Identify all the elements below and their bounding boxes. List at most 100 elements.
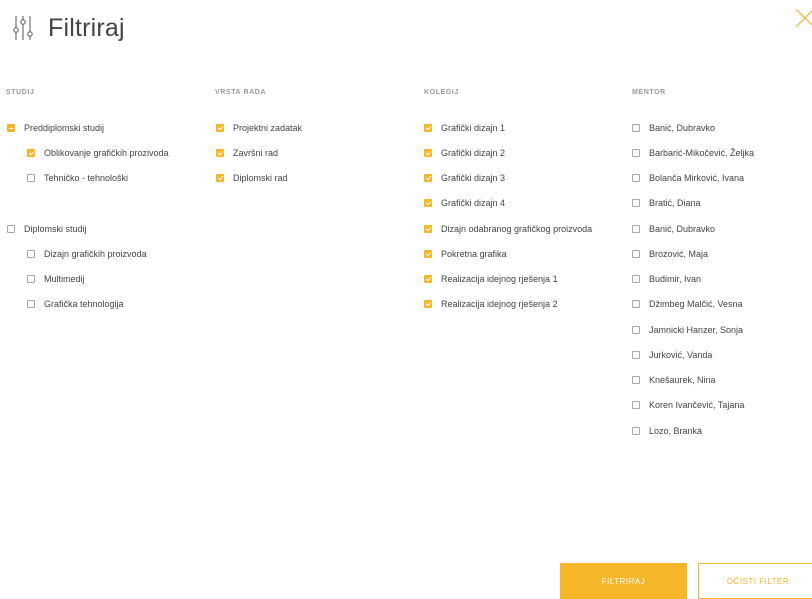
checkbox-item-mentor[interactable]: Lozo, Branka bbox=[632, 426, 702, 436]
column-heading-mentor: MENTOR bbox=[632, 89, 666, 96]
checkbox-label: Oblikovanje grafičkih prozivoda bbox=[44, 148, 169, 158]
apply-filter-button[interactable]: FILTRIRAJ bbox=[560, 563, 687, 599]
checkbox-item-mentor[interactable]: Brozović, Maja bbox=[632, 249, 708, 259]
checkbox-label: Multimedij bbox=[44, 274, 85, 284]
column-heading-vrsta-rada: VRSTA RADA bbox=[215, 89, 267, 96]
checkbox[interactable] bbox=[632, 326, 640, 334]
checkbox-label: Banić, Dubravko bbox=[649, 123, 716, 133]
checkbox-label: Knešaurek, Nina bbox=[649, 375, 716, 385]
checkbox[interactable] bbox=[424, 225, 432, 233]
checkbox-label: Grafički dizajn 1 bbox=[441, 123, 506, 133]
checkbox-label: Grafički dizajn 3 bbox=[441, 173, 506, 183]
checkbox[interactable] bbox=[424, 174, 432, 182]
checkbox[interactable] bbox=[27, 174, 35, 182]
checkbox-label: Brozović, Maja bbox=[649, 249, 709, 259]
column-heading-studij: STUDIJ bbox=[6, 89, 35, 96]
checkbox[interactable] bbox=[424, 250, 432, 258]
checkbox-label: Grafička tehnologija bbox=[44, 299, 124, 309]
checkbox-item-mentor[interactable]: Banić, Dubravko bbox=[632, 123, 715, 133]
checkbox-item-mentor[interactable]: Koren Ivančević, Tajana bbox=[632, 400, 744, 410]
checkbox-item-mentor[interactable]: Jurković, Vanda bbox=[632, 350, 712, 360]
checkbox-label: Banić, Dubravko bbox=[649, 224, 716, 234]
checkbox-label: Grafički dizajn 4 bbox=[441, 198, 506, 208]
checkbox[interactable] bbox=[632, 174, 640, 182]
checkbox-item-graficki-dizajn-3[interactable]: Grafički dizajn 3 bbox=[424, 173, 505, 183]
checkbox[interactable] bbox=[632, 275, 640, 283]
checkbox-item-mentor[interactable]: Knešaurek, Nina bbox=[632, 375, 716, 385]
checkbox-item-zavrsni-rad[interactable]: Završni rad bbox=[216, 148, 278, 158]
checkbox-item-mentor[interactable]: Jamnicki Hanzer, Sonja bbox=[632, 325, 743, 335]
checkbox-label: Tehničko - tehnološki bbox=[44, 173, 129, 183]
checkbox-item-mentor[interactable]: Budimir, Ivan bbox=[632, 274, 701, 284]
checkbox[interactable] bbox=[632, 401, 640, 409]
checkbox-item-dizajn-odabranog[interactable]: Dizajn odabranog grafičkog proizvoda bbox=[424, 224, 592, 234]
checkbox-item-diplomski-studij[interactable]: Diplomski studij bbox=[7, 224, 87, 234]
checkbox[interactable] bbox=[632, 376, 640, 384]
checkbox-item-dizajn-grafickih-proizvoda[interactable]: Dizajn grafičkih proizvoda bbox=[27, 249, 147, 259]
checkbox-label: Budimir, Ivan bbox=[649, 274, 702, 284]
checkbox-item-preddiplomski-studij[interactable]: Preddiplomski studij bbox=[7, 123, 104, 133]
checkbox-item-graficki-dizajn-2[interactable]: Grafički dizajn 2 bbox=[424, 148, 505, 158]
checkbox[interactable] bbox=[424, 300, 432, 308]
checkbox-label: Preddiplomski studij bbox=[24, 123, 105, 133]
filter-sliders-icon bbox=[13, 16, 33, 40]
checkbox-label: Bratić, Diana bbox=[649, 198, 701, 208]
checkbox-item-realizacija-2[interactable]: Realizacija idejnog rješenja 2 bbox=[424, 299, 558, 309]
checkbox-label: Grafički dizajn 2 bbox=[441, 148, 506, 158]
checkbox-item-mentor[interactable]: Džimbeg Malčić, Vesna bbox=[632, 299, 743, 309]
checkbox-item-mentor[interactable]: Bratić, Diana bbox=[632, 198, 701, 208]
checkbox[interactable] bbox=[632, 225, 640, 233]
checkbox[interactable] bbox=[632, 250, 640, 258]
page-title: Filtriraj bbox=[48, 13, 125, 42]
header: Filtriraj bbox=[12, 8, 125, 48]
checkbox-item-tehnicko-tehnoloski[interactable]: Tehničko - tehnološki bbox=[27, 173, 128, 183]
checkbox-label: Dizajn grafičkih proizvoda bbox=[44, 249, 147, 259]
checkbox[interactable] bbox=[27, 149, 35, 157]
checkbox-label: Projektni zadatak bbox=[233, 123, 303, 133]
checkbox-item-mentor[interactable]: Barbarić-Mikočević, Željka bbox=[632, 148, 754, 158]
checkbox-label: Završni rad bbox=[233, 148, 279, 158]
checkbox[interactable] bbox=[632, 351, 640, 359]
checkbox-label: Jurković, Vanda bbox=[649, 350, 713, 360]
checkbox-label: Pokretna grafika bbox=[441, 249, 507, 259]
checkbox-item-mentor[interactable]: Bolanča Mirković, Ivana bbox=[632, 173, 744, 183]
checkbox-label: Dizajn odabranog grafičkog proizvoda bbox=[441, 224, 593, 234]
checkbox[interactable] bbox=[27, 300, 35, 308]
checkbox-label: Džimbeg Malčić, Vesna bbox=[649, 299, 743, 309]
checkbox[interactable] bbox=[27, 250, 35, 258]
checkbox[interactable] bbox=[424, 199, 432, 207]
checkbox-item-graficka-tehnologija[interactable]: Grafička tehnologija bbox=[27, 299, 124, 309]
checkbox[interactable] bbox=[27, 275, 35, 283]
checkbox-label: Realizacija idejnog rješenja 1 bbox=[441, 274, 558, 284]
checkbox[interactable] bbox=[632, 199, 640, 207]
checkbox-item-mentor[interactable]: Banić, Dubravko bbox=[632, 224, 715, 234]
checkbox-item-pokretna-grafika[interactable]: Pokretna grafika bbox=[424, 249, 507, 259]
checkbox-item-realizacija-1[interactable]: Realizacija idejnog rješenja 1 bbox=[424, 274, 558, 284]
checkbox-item-projektni-zadatak[interactable]: Projektni zadatak bbox=[216, 123, 302, 133]
checkbox[interactable] bbox=[632, 300, 640, 308]
checkbox[interactable] bbox=[216, 124, 224, 132]
checkbox[interactable] bbox=[216, 174, 224, 182]
checkbox-item-oblikovanje[interactable]: Oblikovanje grafičkih prozivoda bbox=[27, 148, 169, 158]
checkbox[interactable] bbox=[216, 149, 224, 157]
checkbox[interactable] bbox=[424, 149, 432, 157]
clear-filter-button[interactable]: OČISTI FILTER bbox=[698, 563, 812, 599]
checkbox-label: Koren Ivančević, Tajana bbox=[649, 400, 745, 410]
checkbox-label: Bolanča Mirković, Ivana bbox=[649, 173, 745, 183]
checkbox[interactable] bbox=[424, 124, 432, 132]
checkbox-item-graficki-dizajn-4[interactable]: Grafički dizajn 4 bbox=[424, 198, 505, 208]
checkbox-item-graficki-dizajn-1[interactable]: Grafički dizajn 1 bbox=[424, 123, 505, 133]
checkbox[interactable] bbox=[7, 225, 15, 233]
checkbox-label: Diplomski rad bbox=[233, 173, 288, 183]
checkbox-item-multimedij[interactable]: Multimedij bbox=[27, 274, 85, 284]
checkbox[interactable] bbox=[424, 275, 432, 283]
column-heading-kolegij: KOLEGIJ bbox=[424, 89, 459, 96]
checkbox[interactable] bbox=[7, 124, 15, 132]
checkbox[interactable] bbox=[632, 149, 640, 157]
checkbox[interactable] bbox=[632, 427, 640, 435]
checkbox[interactable] bbox=[632, 124, 640, 132]
checkbox-label: Realizacija idejnog rješenja 2 bbox=[441, 299, 558, 309]
checkbox-label: Jamnicki Hanzer, Sonja bbox=[649, 325, 744, 335]
checkbox-item-diplomski-rad[interactable]: Diplomski rad bbox=[216, 173, 288, 183]
close-icon[interactable] bbox=[793, 6, 812, 30]
